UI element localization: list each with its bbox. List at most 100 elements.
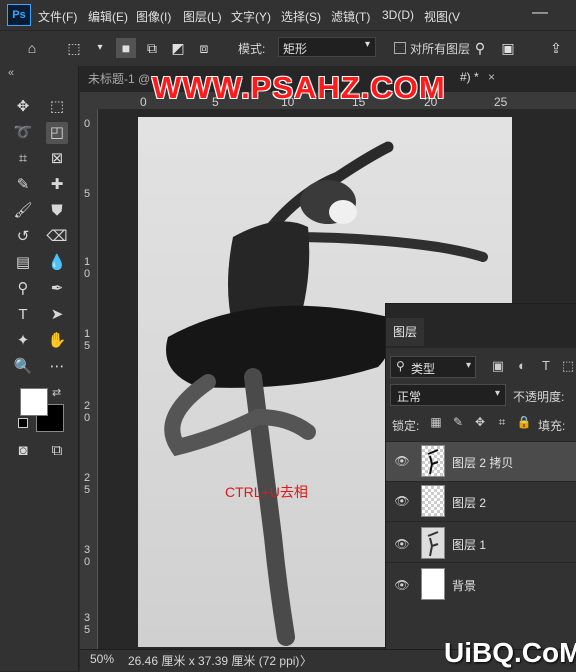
close-icon[interactable]: ×: [488, 70, 495, 84]
layer-filter-select[interactable]: ⚲ 类型 ▾: [390, 356, 476, 378]
type-tool-icon[interactable]: T: [12, 304, 34, 326]
healing-brush-icon[interactable]: ✚: [46, 174, 68, 196]
gradient-tool-icon[interactable]: ▤: [12, 252, 34, 274]
lock-transparency-icon[interactable]: ▦: [428, 414, 444, 430]
blend-mode-select[interactable]: 正常 ▾: [390, 384, 506, 406]
visibility-eye-icon[interactable]: 👁: [394, 577, 410, 593]
home-icon[interactable]: ⌂: [22, 38, 42, 58]
blur-tool-icon[interactable]: 💧: [46, 252, 68, 274]
brush-tool-icon[interactable]: 🖌: [12, 200, 34, 222]
tab-untitled[interactable]: 未标题-1 @: [88, 70, 150, 87]
visibility-eye-icon[interactable]: 👁: [394, 536, 410, 552]
menu-filter[interactable]: 滤镜(T): [331, 8, 370, 25]
search-icon[interactable]: ⚲: [470, 38, 490, 58]
share-icon[interactable]: ⇪: [546, 38, 566, 58]
ruler-h-label: 0: [140, 95, 147, 109]
layer-row[interactable]: [386, 562, 576, 602]
layer-thumbnail: [421, 445, 445, 477]
chevron-down-icon: ▾: [465, 360, 471, 371]
layer-name[interactable]: 图层 2: [452, 494, 486, 511]
type-filter-icon[interactable]: T: [538, 358, 554, 374]
intersect-selection-icon[interactable]: ⧈: [194, 38, 214, 58]
zoom-level[interactable]: 50%: [90, 652, 114, 666]
new-selection-icon[interactable]: ■: [116, 38, 136, 58]
minimize-button[interactable]: —: [520, 4, 560, 24]
subtract-selection-icon[interactable]: ◩: [168, 38, 188, 58]
swap-colors-icon[interactable]: ⇄: [52, 386, 61, 399]
layer-name[interactable]: 背景: [452, 577, 476, 594]
chevron-down-icon[interactable]: ▾: [90, 38, 110, 58]
eraser-tool-icon[interactable]: ⌫: [46, 226, 68, 248]
menu-edit[interactable]: 编辑(E): [88, 8, 128, 25]
layer-name[interactable]: 图层 1: [452, 536, 486, 553]
menu-image[interactable]: 图像(I): [136, 8, 171, 25]
photoshop-logo: Ps: [7, 4, 31, 26]
menu-view[interactable]: 视图(V: [424, 8, 460, 25]
mode-label: 模式:: [238, 42, 266, 56]
stamp-tool-icon[interactable]: ⛊: [46, 200, 68, 222]
quick-mask-icon[interactable]: ◙: [12, 440, 34, 462]
tab-active-doc[interactable]: #) *: [460, 70, 479, 84]
hand-tool-icon[interactable]: ✋: [46, 330, 68, 352]
layer-thumbnail: [421, 485, 445, 517]
lasso-tool-icon[interactable]: ➰: [12, 122, 34, 144]
layer-filter-value: 类型: [411, 362, 436, 376]
chevron-right-icon[interactable]: 〉: [300, 652, 312, 669]
layer-name[interactable]: 图层 2 拷贝: [452, 454, 513, 471]
ruler-h-label: 25: [494, 95, 508, 109]
path-select-icon[interactable]: ➤: [46, 304, 68, 326]
ruler-v-label: 1 0: [83, 256, 91, 280]
lock-all-icon[interactable]: 🔒: [516, 414, 532, 430]
frame-tool-icon[interactable]: ⊠: [46, 148, 68, 170]
eyedropper-tool-icon[interactable]: ✎: [12, 174, 34, 196]
adjustment-filter-icon[interactable]: ◐: [514, 358, 530, 374]
menu-type[interactable]: 文字(Y): [231, 8, 271, 25]
fill-label: 填充:: [538, 419, 566, 433]
mode-value: 矩形: [283, 42, 308, 56]
add-selection-icon[interactable]: ⧉: [142, 38, 162, 58]
zoom-tool-icon[interactable]: 🔍: [12, 356, 34, 378]
lock-pixels-icon[interactable]: ✎: [450, 414, 466, 430]
ruler-v-label: 3 0: [83, 544, 91, 568]
watermark-top: WWW.PSAHZ.COM: [152, 70, 446, 105]
menu-select[interactable]: 选择(S): [281, 8, 321, 25]
visibility-eye-icon[interactable]: 👁: [394, 493, 410, 509]
ruler-v-label: 1 5: [83, 328, 91, 352]
ruler-v-label: 0: [83, 118, 91, 130]
lock-artboard-icon[interactable]: ⌗: [494, 414, 510, 430]
lock-position-icon[interactable]: ✥: [472, 414, 488, 430]
screen-mode-icon[interactable]: ⧉: [46, 440, 68, 462]
menu-3d[interactable]: 3D(D): [382, 8, 414, 22]
workspace-icon[interactable]: ▣: [498, 38, 518, 58]
layer-thumbnail: [421, 527, 445, 559]
lock-label: 锁定:: [392, 419, 420, 433]
history-brush-icon[interactable]: ↺: [12, 226, 34, 248]
object-select-tool-icon[interactable]: ◰: [46, 122, 68, 144]
collapse-icon[interactable]: «: [8, 67, 14, 79]
default-colors-icon[interactable]: [18, 418, 28, 428]
foreground-color-swatch-front[interactable]: [20, 388, 48, 416]
watermark-bottom: UiBQ.CoM: [444, 637, 576, 668]
tab-layers[interactable]: 图层: [386, 318, 424, 346]
menu-layer[interactable]: 图层(L): [183, 8, 222, 25]
blend-mode-value: 正常: [397, 390, 422, 404]
image-filter-icon[interactable]: ▣: [490, 358, 506, 374]
shape-tool-icon[interactable]: ✦: [12, 330, 34, 352]
ruler-v-label: 5: [83, 188, 91, 200]
marquee-tool-preset-icon[interactable]: ⬚: [64, 38, 84, 58]
more-tools-icon[interactable]: ⋯: [46, 356, 68, 378]
crop-tool-icon[interactable]: ⌗: [12, 148, 34, 170]
all-layers-checkbox[interactable]: [394, 42, 406, 54]
marquee-tool-icon[interactable]: ⬚: [46, 96, 68, 118]
mode-select[interactable]: 矩形 ▾: [278, 37, 376, 57]
shape-filter-icon[interactable]: ⬚: [560, 358, 576, 374]
menu-file[interactable]: 文件(F): [38, 8, 77, 25]
visibility-eye-icon[interactable]: 👁: [394, 453, 410, 469]
pen-tool-icon[interactable]: ✒: [46, 278, 68, 300]
chevron-down-icon: ▾: [364, 39, 370, 50]
move-tool-icon[interactable]: ✥: [12, 96, 34, 118]
all-layers-label: 对所有图层: [410, 42, 471, 56]
dodge-tool-icon[interactable]: ⚲: [12, 278, 34, 300]
ruler-v-label: 2 5: [83, 472, 91, 496]
layer-thumbnail: [421, 568, 445, 600]
